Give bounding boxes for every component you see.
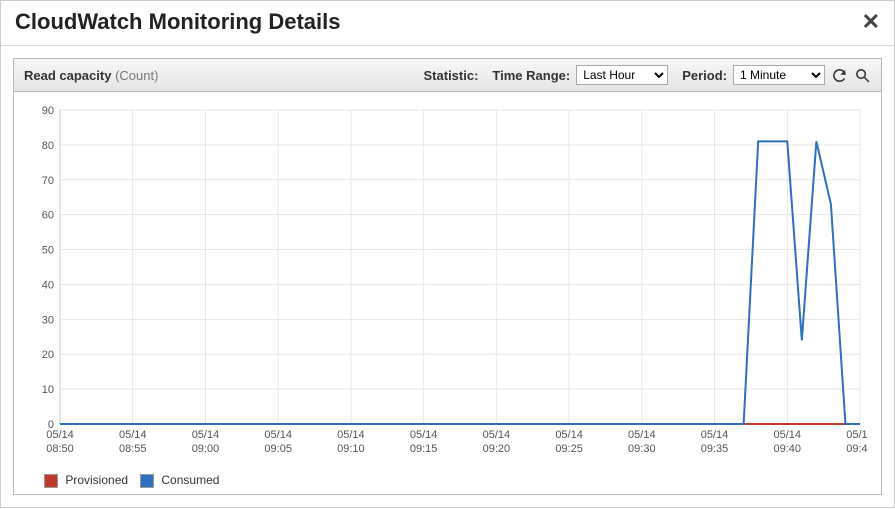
svg-text:05/14: 05/14 — [555, 429, 583, 441]
svg-text:09:40: 09:40 — [774, 443, 802, 455]
svg-text:80: 80 — [42, 140, 54, 152]
svg-text:20: 20 — [42, 349, 54, 361]
svg-text:60: 60 — [42, 210, 54, 222]
swatch-provisioned — [44, 474, 58, 488]
svg-text:05/14: 05/14 — [483, 429, 511, 441]
period-select[interactable]: 1 Minute — [733, 65, 825, 85]
svg-text:09:10: 09:10 — [337, 443, 365, 455]
svg-text:05/14: 05/14 — [774, 429, 802, 441]
svg-text:10: 10 — [42, 384, 54, 396]
svg-text:09:25: 09:25 — [555, 443, 583, 455]
svg-text:08:55: 08:55 — [119, 443, 147, 455]
legend-item-provisioned: Provisioned — [44, 473, 128, 488]
swatch-consumed — [140, 474, 154, 488]
svg-text:70: 70 — [42, 175, 54, 187]
time-range-label: Time Range: — [492, 68, 570, 83]
svg-text:09:00: 09:00 — [192, 443, 220, 455]
svg-text:09:20: 09:20 — [483, 443, 511, 455]
svg-text:30: 30 — [42, 314, 54, 326]
refresh-icon[interactable] — [831, 67, 848, 84]
svg-text:05/14: 05/14 — [119, 429, 147, 441]
svg-text:05/14: 05/14 — [410, 429, 438, 441]
chart-toolbar: Read capacity (Count) Statistic: Time Ra… — [13, 58, 882, 92]
chart-unit: (Count) — [115, 68, 158, 83]
line-chart[interactable]: 010203040506070809005/1408:5005/1408:550… — [22, 102, 868, 462]
legend-label-provisioned: Provisioned — [65, 473, 128, 487]
svg-text:09:15: 09:15 — [410, 443, 438, 455]
svg-text:05/14: 05/14 — [46, 429, 74, 441]
svg-text:40: 40 — [42, 279, 54, 291]
svg-text:90: 90 — [42, 105, 54, 117]
svg-text:09:30: 09:30 — [628, 443, 656, 455]
svg-text:05/14: 05/14 — [337, 429, 365, 441]
svg-text:05/14: 05/14 — [264, 429, 292, 441]
chart-title-text: Read capacity — [24, 68, 111, 83]
svg-text:05/14: 05/14 — [192, 429, 220, 441]
page-title: CloudWatch Monitoring Details — [15, 9, 341, 35]
svg-text:05/14: 05/14 — [628, 429, 656, 441]
titlebar: CloudWatch Monitoring Details ✕ — [1, 0, 894, 46]
chart-area: 010203040506070809005/1408:5005/1408:550… — [13, 92, 882, 495]
close-icon[interactable]: ✕ — [862, 11, 880, 33]
time-range-select[interactable]: Last Hour — [576, 65, 668, 85]
legend-label-consumed: Consumed — [161, 473, 219, 487]
svg-text:50: 50 — [42, 245, 54, 257]
cloudwatch-panel: CloudWatch Monitoring Details ✕ Read cap… — [0, 0, 895, 508]
period-label: Period: — [682, 68, 727, 83]
svg-text:09:05: 09:05 — [264, 443, 292, 455]
legend: Provisioned Consumed — [44, 473, 873, 488]
legend-item-consumed: Consumed — [140, 473, 219, 488]
zoom-icon[interactable] — [854, 67, 871, 84]
svg-text:05/14: 05/14 — [701, 429, 729, 441]
svg-text:09:35: 09:35 — [701, 443, 729, 455]
chart-title: Read capacity (Count) — [24, 68, 158, 83]
svg-text:09:45: 09:45 — [846, 443, 868, 455]
svg-text:05/14: 05/14 — [846, 429, 868, 441]
statistic-label: Statistic: — [424, 68, 479, 83]
svg-text:08:50: 08:50 — [46, 443, 74, 455]
content: Read capacity (Count) Statistic: Time Ra… — [1, 46, 894, 507]
